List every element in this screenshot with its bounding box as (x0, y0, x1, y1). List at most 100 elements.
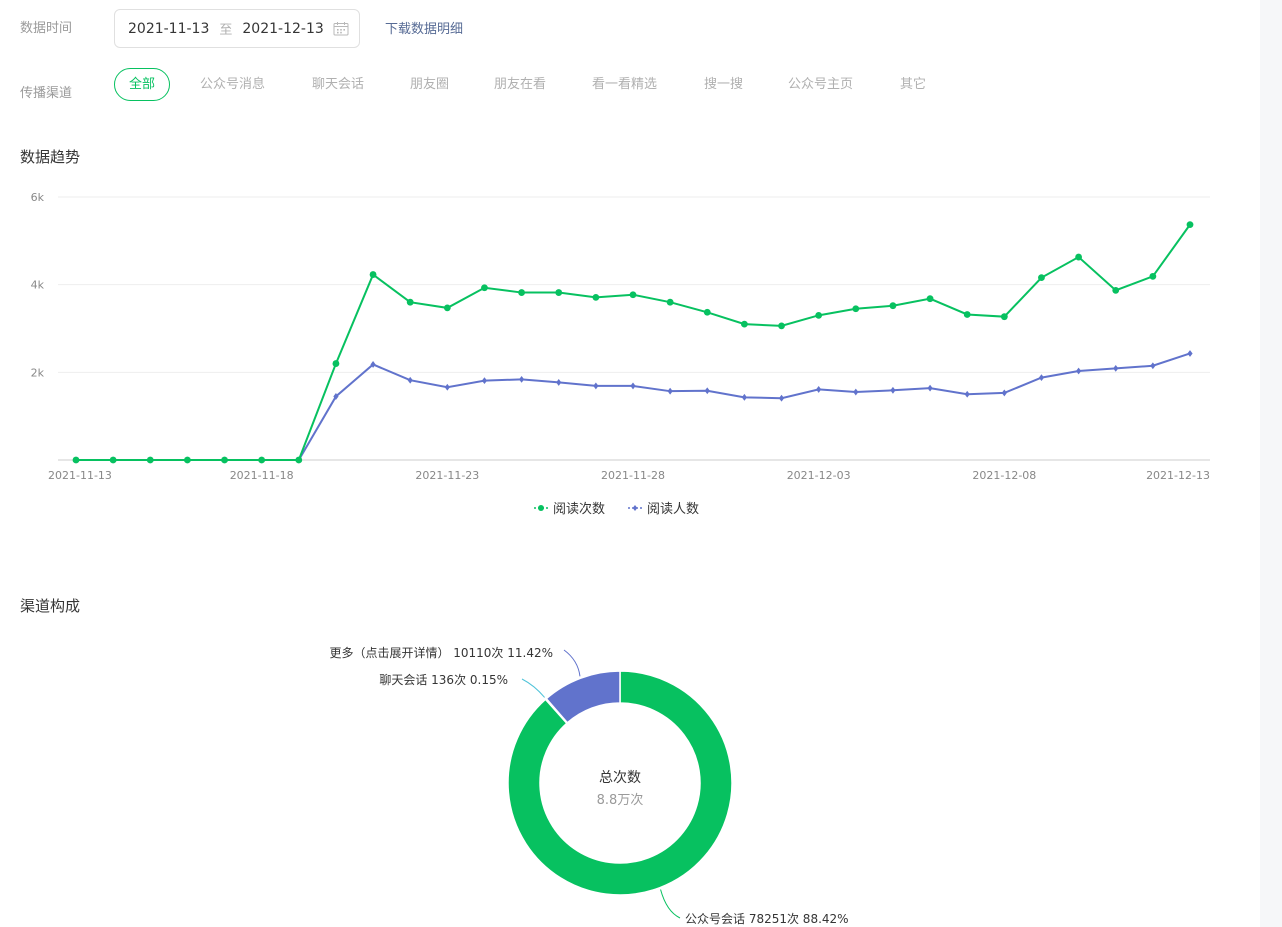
x-tick-label: 2021-12-13 (1146, 469, 1210, 482)
data-point-reads[interactable] (1000, 313, 1008, 321)
legend-label: 阅读人数 (647, 502, 699, 517)
data-point-reads[interactable] (703, 308, 711, 316)
x-tick-label: 2021-11-28 (601, 469, 665, 482)
data-point-readers[interactable] (667, 387, 673, 395)
data-point-readers[interactable] (1187, 350, 1193, 357)
data-point-reads[interactable] (852, 305, 860, 313)
y-tick-label: 4k (31, 279, 45, 292)
channel-tab-profile[interactable]: 公众号主页 (788, 68, 853, 101)
data-point-reads[interactable] (369, 271, 377, 278)
start-date[interactable]: 2021-11-13 (128, 21, 209, 37)
data-point-readers[interactable] (481, 377, 488, 385)
channel-tab-moments[interactable]: 朋友圈 (410, 68, 449, 101)
x-tick-label: 2021-11-18 (230, 469, 294, 482)
data-point-reads[interactable] (518, 289, 525, 296)
data-point-reads[interactable] (332, 360, 340, 367)
data-point-reads[interactable] (72, 456, 80, 464)
data-point-readers[interactable] (853, 388, 859, 396)
series-line-0 (76, 224, 1191, 461)
data-point-reads[interactable] (926, 295, 934, 303)
x-tick-label: 2021-11-13 (48, 469, 112, 482)
data-point-reads[interactable] (1186, 221, 1194, 229)
data-point-readers[interactable] (407, 376, 413, 384)
data-point-reads[interactable] (221, 456, 228, 464)
channel-tab-top-stories[interactable]: 看一看精选 (592, 68, 657, 101)
data-point-reads[interactable] (481, 284, 488, 292)
data-point-reads[interactable] (184, 456, 191, 464)
channel-tab-chat[interactable]: 聊天会话 (312, 68, 364, 101)
data-point-reads[interactable] (1112, 286, 1120, 294)
data-point-readers[interactable] (519, 375, 525, 383)
y-tick-label: 6k (31, 191, 45, 204)
data-point-reads[interactable] (443, 304, 451, 312)
data-point-reads[interactable] (258, 456, 266, 464)
data-point-readers[interactable] (741, 393, 747, 401)
data-point-readers[interactable] (964, 390, 970, 398)
data-point-readers[interactable] (1038, 374, 1045, 381)
data-point-readers[interactable] (1076, 367, 1082, 375)
data-point-readers[interactable] (704, 387, 710, 395)
data-point-reads[interactable] (889, 302, 897, 310)
channel-donut-chart: 公众号会话 78251次 88.42% 聊天会话 136次 0.15% 更多（点击展… (329, 645, 849, 926)
data-point-reads[interactable] (963, 311, 971, 318)
data-point-readers[interactable] (778, 394, 785, 402)
data-point-reads[interactable] (1038, 274, 1045, 282)
trend-line-chart: 2k 4k 6k 2021-11-13 2021-11-18 2021-11-23 2021… (31, 191, 1210, 517)
data-point-readers[interactable] (1001, 389, 1007, 397)
legend-item-0[interactable]: 阅读次数 (534, 501, 605, 517)
data-point-reads[interactable] (1075, 253, 1082, 261)
data-point-reads[interactable] (406, 298, 414, 306)
data-point-reads[interactable] (629, 291, 637, 299)
data-point-readers[interactable] (890, 386, 896, 394)
data-point-readers[interactable] (444, 383, 450, 391)
download-details-link[interactable]: 下载数据明细 (385, 18, 463, 37)
data-point-reads[interactable] (666, 298, 674, 306)
data-point-reads[interactable] (778, 322, 785, 330)
data-point-readers[interactable] (1150, 362, 1156, 370)
donut-center-value: 8.8万次 (597, 792, 644, 808)
channel-tab-friends-watching[interactable]: 朋友在看 (494, 68, 546, 101)
series-line-1 (76, 352, 1191, 461)
leader-line (563, 649, 581, 677)
slice-label[interactable]: 更多（点击展开详情） 10110次 11.42% (329, 645, 553, 660)
x-tick-label: 2021-12-08 (972, 469, 1036, 482)
data-point-readers[interactable] (1113, 364, 1119, 372)
x-tick-label: 2021-12-03 (787, 469, 851, 482)
data-point-readers[interactable] (927, 384, 933, 392)
scroll-gutter (1260, 0, 1282, 927)
range-separator: 至 (219, 23, 233, 38)
channel-label: 传播渠道 (20, 86, 73, 101)
channel-tab-search[interactable]: 搜一搜 (704, 68, 743, 101)
donut-center-title: 总次数 (599, 770, 641, 786)
legend-item-1[interactable]: 阅读人数 (628, 502, 699, 517)
y-tick-label: 2k (31, 366, 45, 379)
data-point-reads[interactable] (592, 293, 600, 301)
date-label: 数据时间 (20, 21, 73, 36)
end-date[interactable]: 2021-12-13 (242, 21, 323, 37)
trend-title: 数据趋势 (20, 148, 81, 166)
analytics-page: 数据时间 2021-11-13 至 2021-12-13 下载数据明细 传播渠道… (0, 0, 1282, 927)
data-point-reads[interactable] (815, 311, 823, 319)
leader-line (521, 678, 545, 698)
data-point-reads[interactable] (109, 456, 117, 464)
composition-title: 渠道构成 (20, 597, 81, 615)
data-point-readers[interactable] (556, 379, 562, 386)
slice-label: 公众号会话 78251次 88.42% (685, 912, 849, 926)
data-point-reads[interactable] (741, 320, 748, 328)
data-point-reads[interactable] (146, 456, 154, 464)
leader-line (660, 889, 681, 919)
slice-label: 聊天会话 136次 0.15% (379, 673, 508, 687)
data-point-readers[interactable] (630, 382, 636, 390)
data-point-reads[interactable] (295, 456, 303, 464)
channel-tab-other[interactable]: 其它 (900, 68, 926, 101)
date-range-picker[interactable]: 2021-11-13 至 2021-12-13 (114, 9, 360, 48)
legend-label: 阅读次数 (553, 501, 605, 517)
x-tick-label: 2021-11-23 (415, 469, 479, 482)
data-point-readers[interactable] (816, 386, 822, 393)
channel-tab-official-msg[interactable]: 公众号消息 (200, 68, 265, 101)
channel-tab-all[interactable]: 全部 (114, 68, 171, 101)
data-point-readers[interactable] (593, 382, 599, 390)
calendar-icon[interactable] (333, 21, 349, 36)
data-point-reads[interactable] (555, 289, 563, 296)
data-point-reads[interactable] (1149, 272, 1157, 280)
